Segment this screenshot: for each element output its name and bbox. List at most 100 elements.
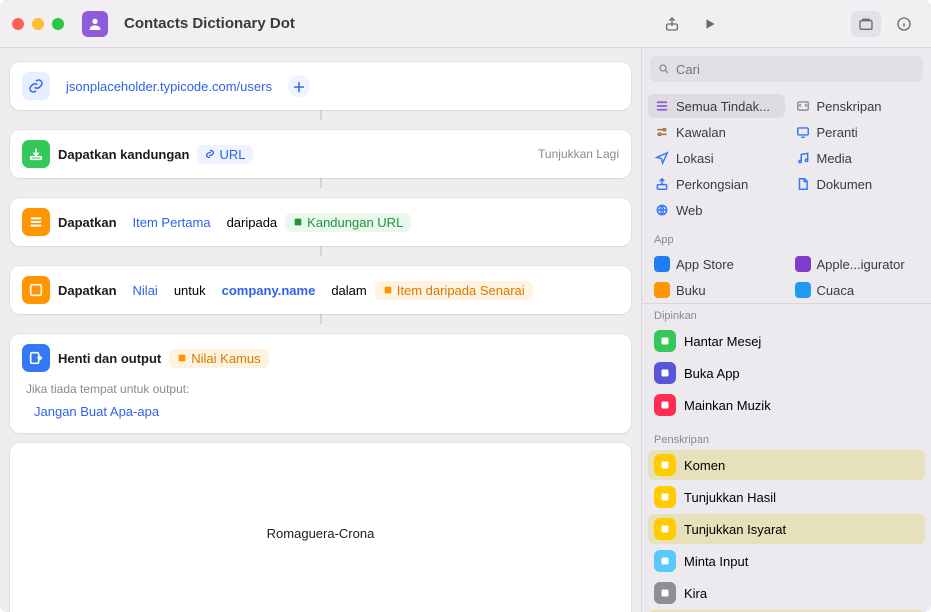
get-dictionary-value-action-card[interactable]: Dapatkan Nilai untuk company.name dalam … — [10, 266, 631, 314]
action-label: Kira — [684, 586, 707, 601]
app-label: App Store — [676, 257, 734, 272]
app-icon — [795, 282, 811, 298]
app-icon — [795, 256, 811, 272]
devices-icon — [795, 124, 811, 140]
action-label: Mainkan Muzik — [684, 398, 771, 413]
get-first-item-action-card[interactable]: Dapatkan Item Pertama daripada Kandungan… — [10, 198, 631, 246]
app-item[interactable]: Buku — [648, 278, 785, 302]
output-token[interactable]: Nilai Kamus — [169, 349, 268, 368]
action-item[interactable]: Hantar Mesej — [648, 326, 925, 356]
category-controls[interactable]: Kawalan — [648, 120, 785, 144]
for-label: untuk — [174, 283, 206, 298]
scripting-icon — [795, 98, 811, 114]
action-label: Tunjukkan Isyarat — [684, 522, 786, 537]
app-item[interactable]: Apple...igurator — [789, 252, 926, 276]
action-item[interactable]: Buka App — [648, 358, 925, 388]
action-label: Buka App — [684, 366, 740, 381]
controls-icon — [654, 124, 670, 140]
category-web[interactable]: Web — [648, 198, 785, 222]
add-url-button[interactable]: ＋ — [288, 75, 310, 97]
close-window-button[interactable] — [12, 18, 24, 30]
action-item[interactable]: Tunjukkan Isyarat — [648, 514, 925, 544]
url-value[interactable]: jsonplaceholder.typicode.com/users — [58, 77, 280, 96]
search-icon — [658, 63, 670, 75]
scripting-section-label: Penskripan — [642, 428, 931, 448]
shortcut-icon — [82, 11, 108, 37]
category-label: Dokumen — [817, 177, 873, 192]
category-label: Penskripan — [817, 99, 882, 114]
apps-section-label: App — [642, 228, 931, 248]
value-selector[interactable]: Nilai — [125, 281, 166, 300]
search-field[interactable] — [650, 56, 923, 82]
app-label: Apple...igurator — [817, 257, 905, 272]
action-icon — [654, 582, 676, 604]
category-label: Media — [817, 151, 852, 166]
output-preview: Romaguera-Crona — [10, 443, 631, 612]
app-item[interactable]: Cuaca — [789, 278, 926, 302]
run-button[interactable] — [695, 11, 725, 37]
in-label: dalam — [331, 283, 366, 298]
app-item[interactable]: App Store — [648, 252, 785, 276]
fallback-behavior-selector[interactable]: Jangan Buat Apa-apa — [26, 402, 167, 421]
url-token[interactable]: URL — [197, 145, 253, 164]
source-token[interactable]: Item daripada Senarai — [375, 281, 533, 300]
pinned-list: Hantar Mesej Buka App Mainkan Muzik — [642, 324, 931, 428]
action-label: Tunjukkan Hasil — [684, 490, 776, 505]
action-item[interactable]: Tunjukkan Hasil — [648, 482, 925, 512]
category-location[interactable]: Lokasi — [648, 146, 785, 170]
action-icon — [654, 394, 676, 416]
category-scripting[interactable]: Penskripan — [789, 94, 926, 118]
category-grid: Semua Tindak... Penskripan KawalanPerantiL… — [642, 90, 931, 228]
category-media[interactable]: Media — [789, 146, 926, 170]
category-documents[interactable]: Dokumen — [789, 172, 926, 196]
link-icon — [22, 72, 50, 100]
item-selector[interactable]: Item Pertama — [125, 213, 219, 232]
category-label: Perkongsian — [676, 177, 748, 192]
list-icon — [22, 208, 50, 236]
apps-grid: App Store Apple...igurator Buku Cuaca — [642, 248, 931, 304]
category-all[interactable]: Semua Tindak... — [648, 94, 785, 118]
shortcuts-window: Contacts Dictionary Dot jsonplaceholder.… — [0, 0, 931, 612]
actions-panel: Dipinkan Hantar Mesej Buka App Mainkan Muz… — [642, 304, 931, 612]
action-label: Dapatkan kandungan — [58, 147, 189, 162]
app-icon — [654, 256, 670, 272]
zoom-window-button[interactable] — [52, 18, 64, 30]
titlebar: Contacts Dictionary Dot — [0, 0, 931, 48]
action-label: Minta Input — [684, 554, 748, 569]
action-label: Dapatkan — [58, 283, 117, 298]
minimize-window-button[interactable] — [32, 18, 44, 30]
documents-icon — [795, 176, 811, 192]
action-item[interactable]: Komen — [648, 450, 925, 480]
scripting-list: Komen Tunjukkan Hasil Tunjukkan Isyarat Min… — [642, 448, 931, 612]
from-label: daripada — [227, 215, 278, 230]
action-icon — [654, 362, 676, 384]
key-input[interactable]: company.name — [214, 281, 324, 300]
get-contents-action-card[interactable]: Dapatkan kandungan URL Tunjukkan Lagi — [10, 130, 631, 178]
action-label: Hantar Mesej — [684, 334, 761, 349]
pinned-section-label: Dipinkan — [642, 304, 931, 324]
category-devices[interactable]: Peranti — [789, 120, 926, 144]
location-icon — [654, 150, 670, 166]
action-label: Komen — [684, 458, 725, 473]
category-label: Web — [676, 203, 703, 218]
action-icon — [654, 550, 676, 572]
dictionary-icon — [22, 276, 50, 304]
action-item[interactable]: Minta Input — [648, 546, 925, 576]
window-title: Contacts Dictionary Dot — [124, 15, 295, 32]
app-label: Cuaca — [817, 283, 855, 298]
info-button[interactable] — [889, 11, 919, 37]
action-icon — [654, 454, 676, 476]
source-token[interactable]: Kandungan URL — [285, 213, 411, 232]
action-icon — [654, 518, 676, 540]
search-input[interactable] — [676, 62, 915, 77]
show-more-button[interactable]: Tunjukkan Lagi — [538, 147, 619, 161]
library-toggle-button[interactable] — [851, 11, 881, 37]
category-sharing[interactable]: Perkongsian — [648, 172, 785, 196]
share-button[interactable] — [657, 11, 687, 37]
action-item[interactable]: Mainkan Muzik — [648, 390, 925, 420]
url-action-card[interactable]: jsonplaceholder.typicode.com/users ＋ — [10, 62, 631, 110]
download-icon — [22, 140, 50, 168]
action-item[interactable]: Kira — [648, 578, 925, 608]
all-icon — [654, 98, 670, 114]
stop-output-action-card[interactable]: Henti dan output Nilai Kamus Jika tiada … — [10, 334, 631, 433]
